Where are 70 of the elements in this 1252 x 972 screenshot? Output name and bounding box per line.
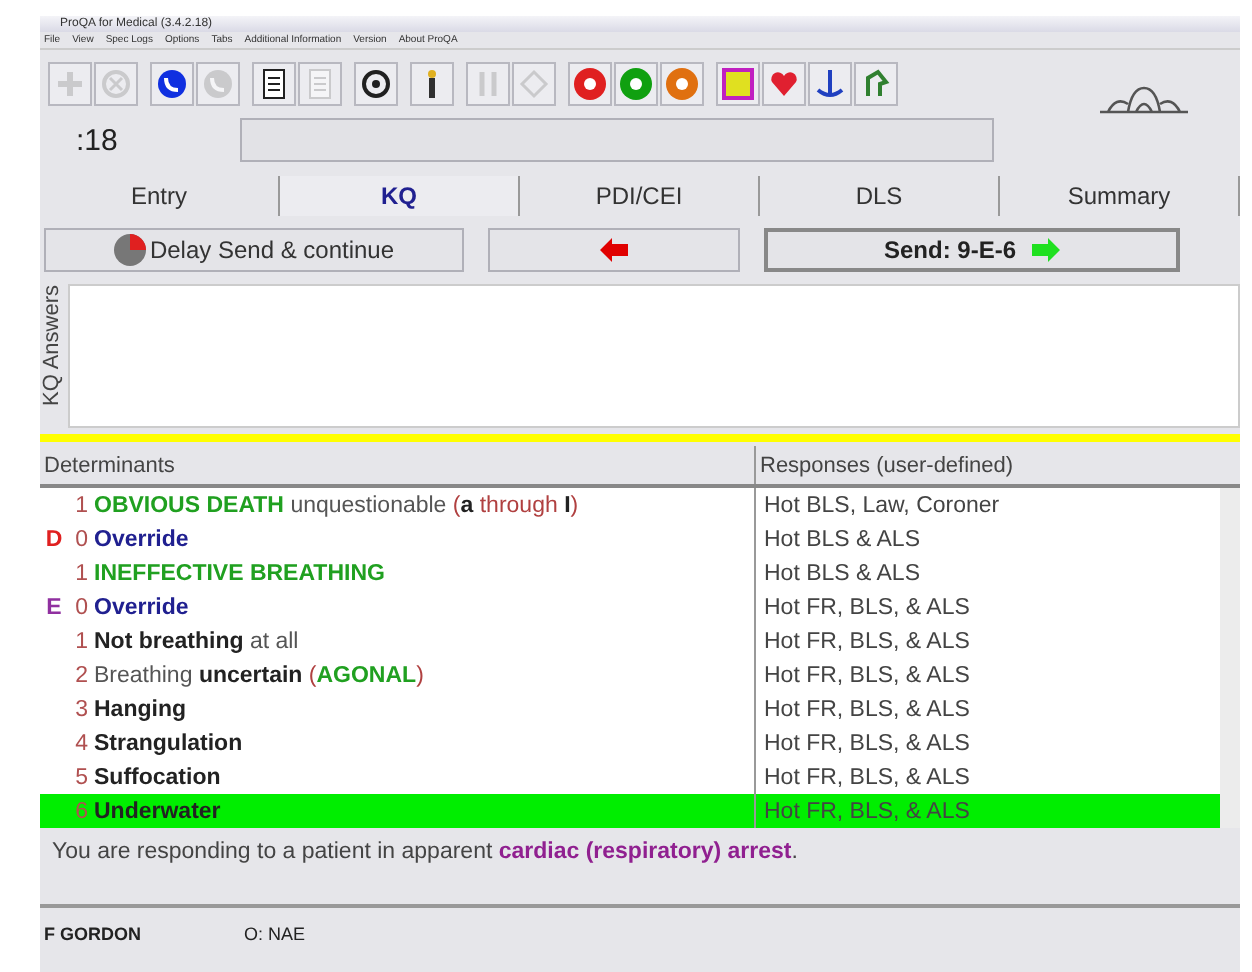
determinant-text: Override (94, 595, 189, 619)
caller-name: F GORDON (44, 924, 143, 944)
determinant-code: 5 (73, 765, 88, 789)
kq-answers-label: KQ Answers (40, 284, 66, 410)
response-text: Hot FR, BLS, & ALS (762, 697, 970, 721)
toolbar-button[interactable] (354, 62, 398, 106)
response-text: Hot FR, BLS, & ALS (762, 629, 970, 653)
phone-icon (154, 66, 190, 102)
determinant-code: 3 (73, 697, 88, 721)
determinant-code: 6 (73, 799, 88, 823)
left-arrow-icon (600, 238, 628, 262)
determinant-text: Override (94, 527, 189, 551)
plus-icon (52, 66, 88, 102)
pie-icon (113, 234, 146, 266)
response-text: Hot FR, BLS, & ALS (762, 663, 970, 687)
determinant-code: 0 (73, 527, 88, 551)
determinant-code: 0 (73, 595, 88, 619)
determinant-code: 2 (73, 663, 88, 687)
message-text: You are responding to a patient in apparent cardiac (respiratory) arrest. (40, 828, 1240, 908)
determinant-row[interactable]: D 0 Override (40, 522, 754, 556)
determinant-code: 4 (73, 731, 88, 755)
level-letter: E (44, 595, 64, 619)
toolbar-button[interactable] (252, 62, 296, 106)
determinant-row[interactable]: 1 OBVIOUS DEATH unquestionable (a through I) (40, 488, 754, 522)
determinant-row[interactable]: 2 Breathing uncertain (AGONAL) (40, 658, 754, 692)
response-text: Hot FR, BLS, & ALS (762, 765, 970, 789)
determinant-code: 1 (73, 561, 88, 585)
delay-send-button[interactable]: Delay Send & continue (44, 228, 464, 272)
determinant-text: Breathing uncertain (AGONAL) (94, 663, 424, 687)
determinant-text: OBVIOUS DEATH unquestionable (a through I) (94, 493, 579, 517)
cancel-icon (98, 66, 134, 102)
diamond-icon (516, 66, 552, 102)
determinant-row[interactable]: 1 INEFFECTIVE BREATHING (40, 556, 754, 590)
anchor-icon (812, 66, 848, 102)
determinant-text: Hanging (94, 697, 186, 721)
toolbar-button[interactable] (150, 62, 194, 106)
toolbar-button[interactable] (410, 62, 454, 106)
determinant-row[interactable]: 3 Hanging (40, 692, 754, 726)
determinant-row[interactable]: 1 Not breathing at all (40, 624, 754, 658)
input-field[interactable] (240, 118, 994, 162)
scrollbar[interactable] (1220, 488, 1240, 828)
level-letter: D (43, 527, 65, 551)
determinant-row[interactable]: 4 Strangulation (40, 726, 754, 760)
origin-text: O: NAE (244, 924, 306, 944)
determinant-row[interactable]: 6 Underwater (40, 794, 754, 828)
response-text: Hot BLS & ALS (762, 527, 920, 551)
determinant-text: Suffocation (94, 765, 221, 789)
determinant-text: INEFFECTIVE BREATHING (94, 561, 385, 585)
toolbar-button[interactable] (808, 62, 852, 106)
right-arrow-icon (1032, 238, 1060, 262)
response-text: Hot BLS, Law, Coroner (762, 493, 1000, 517)
determinant-code: 1 (73, 629, 88, 653)
determinant-text: Not breathing at all (94, 629, 299, 653)
response-text: Hot FR, BLS, & ALS (762, 595, 970, 619)
target-icon (358, 66, 394, 102)
response-text: Hot FR, BLS, & ALS (762, 731, 970, 755)
determinant-text: Underwater (94, 799, 221, 823)
phone-icon (200, 66, 236, 102)
response-text: Hot FR, BLS, & ALS (762, 799, 970, 823)
determinant-text: Strangulation (94, 731, 243, 755)
column-header: Determinants (40, 446, 756, 484)
determinant-code: 1 (73, 493, 88, 517)
send-button[interactable]: Send: 9-E-6 (764, 228, 1180, 272)
tab[interactable]: KQ (280, 176, 520, 216)
back-button[interactable] (488, 228, 740, 272)
case-timer: :18 (74, 123, 120, 157)
response-text: Hot BLS & ALS (762, 561, 920, 585)
determinant-row[interactable]: 5 Suffocation (40, 760, 754, 794)
determinant-row[interactable]: E 0 Override (40, 590, 754, 624)
column-header: Responses (user-defined) (758, 451, 1014, 481)
